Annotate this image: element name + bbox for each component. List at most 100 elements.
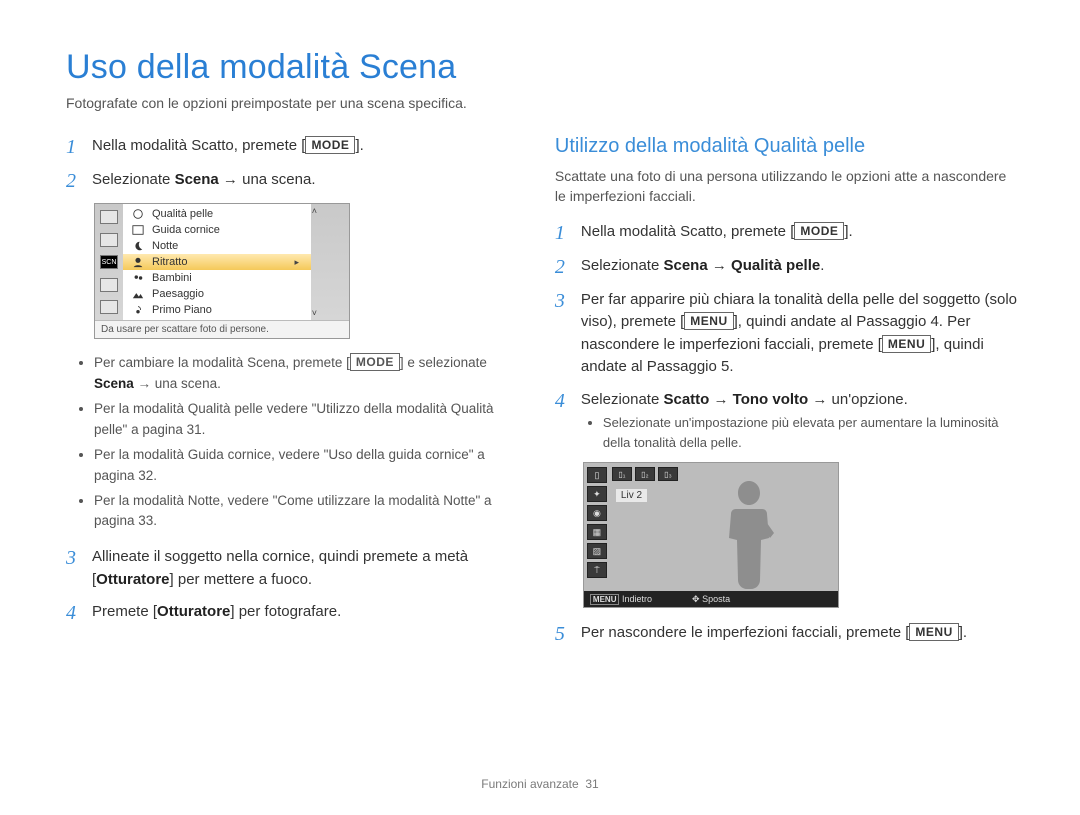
step-number: 2 bbox=[555, 255, 571, 279]
scene-select-screen: ˄ SCN Qualità pelle Guida cornice bbox=[94, 203, 350, 339]
mode-button-label: MODE bbox=[794, 222, 844, 240]
sub-note: Selezionate un'impostazione più elevata … bbox=[581, 413, 1020, 452]
mode-button-label: MODE bbox=[305, 136, 355, 154]
rail-slot bbox=[100, 300, 118, 314]
text: ]. bbox=[355, 137, 363, 154]
rail-slot bbox=[100, 278, 118, 292]
note-item: Per la modalità Guida cornice, vedere "U… bbox=[94, 445, 509, 487]
note-item: Per la modalità Notte, vedere "Come util… bbox=[94, 491, 509, 533]
footer-page-number: 31 bbox=[585, 777, 598, 791]
scene-label: Primo Piano bbox=[152, 304, 212, 316]
right-step-2: 2 Selezionate Scena → Qualità pelle. bbox=[555, 255, 1020, 279]
menu-button-label: MENU bbox=[684, 312, 733, 330]
frame-guide-icon bbox=[131, 224, 145, 236]
text: ]. bbox=[844, 223, 852, 240]
level-side-rail: ▯ ✦ ◉ ▦ ▨ ⍑ bbox=[587, 467, 609, 591]
scene-item-selected: Ritratto ▸ bbox=[123, 254, 311, 270]
landscape-icon bbox=[131, 288, 145, 300]
scene-label: Notte bbox=[152, 240, 178, 252]
menu-button-label: MENU bbox=[909, 623, 958, 641]
bold: Scatto bbox=[663, 391, 709, 408]
page-footer: Funzioni avanzate 31 bbox=[0, 777, 1080, 791]
children-icon bbox=[131, 272, 145, 284]
bold: Otturatore bbox=[96, 571, 169, 588]
level-value: Liv 2 bbox=[616, 489, 647, 502]
bold: Scena bbox=[94, 376, 134, 391]
step-number: 3 bbox=[555, 289, 571, 313]
step-number: 1 bbox=[66, 135, 82, 159]
scene-item: Guida cornice bbox=[123, 222, 311, 238]
section-desc: Scattate una foto di una persona utilizz… bbox=[555, 166, 1020, 207]
text: Nella modalità Scatto, premete [ bbox=[581, 223, 794, 240]
left-step-2: 2 Selezionate Scena → una scena. bbox=[66, 169, 509, 193]
level-tabs: ▯₁ ▯₂ ▯₃ bbox=[612, 467, 678, 481]
rail-slot bbox=[100, 210, 118, 224]
text: Selezionate bbox=[581, 257, 664, 274]
scene-item: Notte bbox=[123, 238, 311, 254]
step-number: 1 bbox=[555, 221, 571, 245]
left-step-1: 1 Nella modalità Scatto, premete [MODE]. bbox=[66, 135, 509, 159]
text: Per nascondere le imperfezioni facciali,… bbox=[581, 624, 910, 641]
scene-label: Ritratto bbox=[152, 256, 187, 268]
rail-slot bbox=[100, 233, 118, 247]
page-subtitle: Fotografate con le opzioni preimpostate … bbox=[66, 95, 1020, 111]
text: → un'opzione. bbox=[808, 391, 908, 408]
text: ]. bbox=[959, 624, 967, 641]
text: → bbox=[709, 391, 732, 408]
level-tab: ▯₃ bbox=[658, 467, 678, 481]
text: . bbox=[820, 257, 824, 274]
left-column: 1 Nella modalità Scatto, premete [MODE].… bbox=[66, 135, 509, 656]
step-number: 4 bbox=[66, 601, 82, 625]
scene-label: Qualità pelle bbox=[152, 208, 213, 220]
footer-back-label: Indietro bbox=[622, 594, 652, 604]
text: Per cambiare la modalità Scena, premete … bbox=[94, 355, 350, 370]
rail-slot: ◉ bbox=[587, 505, 607, 521]
text: ] per fotografare. bbox=[230, 603, 341, 620]
text: → una scena. bbox=[134, 376, 221, 391]
bold: Scena bbox=[175, 171, 219, 188]
step-number: 4 bbox=[555, 389, 571, 413]
chevron-up-icon: ˄ bbox=[312, 206, 317, 216]
right-column: Utilizzo della modalità Qualità pelle Sc… bbox=[555, 135, 1020, 656]
text: ] e selezionate bbox=[400, 355, 487, 370]
tone-level-screen: ▯₁ ▯₂ ▯₃ ▯ ✦ ◉ ▦ ▨ ⍑ Liv 2 MENU Indietro… bbox=[583, 462, 839, 608]
right-step-1: 1 Nella modalità Scatto, premete [MODE]. bbox=[555, 221, 1020, 245]
sub-note-item: Selezionate un'impostazione più elevata … bbox=[603, 413, 1020, 452]
scene-item: Qualità pelle bbox=[123, 206, 311, 222]
text: Premete [ bbox=[92, 603, 157, 620]
scene-notes: Per cambiare la modalità Scena, premete … bbox=[66, 353, 509, 532]
bold: Otturatore bbox=[157, 603, 230, 620]
scene-label: Guida cornice bbox=[152, 224, 220, 236]
level-tab: ▯₁ bbox=[612, 467, 632, 481]
footer-section: Funzioni avanzate bbox=[481, 777, 578, 791]
section-heading: Utilizzo della modalità Qualità pelle bbox=[555, 135, 1020, 158]
menu-mark-icon: MENU bbox=[590, 594, 620, 605]
rail-slot-active: SCN bbox=[100, 255, 118, 269]
scene-hint: Da usare per scattare foto di persone. bbox=[95, 320, 349, 338]
text: Nella modalità Scatto, premete [ bbox=[92, 137, 305, 154]
rail-slot: ▨ bbox=[587, 543, 607, 559]
menu-button-label: MENU bbox=[882, 335, 931, 353]
rail-slot: ▦ bbox=[587, 524, 607, 540]
scene-item: Paesaggio bbox=[123, 286, 311, 302]
text: Selezionate bbox=[92, 171, 175, 188]
scene-label: Bambini bbox=[152, 272, 192, 284]
step-number: 5 bbox=[555, 622, 571, 646]
rail-slot: ⍑ bbox=[587, 562, 607, 578]
left-step-3: 3 Allineate il soggetto nella cornice, q… bbox=[66, 546, 509, 591]
footer-move-label: Sposta bbox=[702, 594, 730, 604]
rail-slot: ▯ bbox=[587, 467, 607, 483]
left-step-4: 4 Premete [Otturatore] per fotografare. bbox=[66, 601, 509, 625]
scene-list: Qualità pelle Guida cornice Notte Ritrat… bbox=[123, 204, 311, 320]
text: → bbox=[708, 257, 731, 274]
rail-slot: ✦ bbox=[587, 486, 607, 502]
portrait-icon bbox=[131, 256, 145, 268]
night-icon bbox=[131, 240, 145, 252]
bold: Tono volto bbox=[733, 391, 809, 408]
screen-footer: MENU Indietro ✥ Sposta bbox=[584, 591, 838, 607]
bold: Qualità pelle bbox=[731, 257, 820, 274]
text: ] per mettere a fuoco. bbox=[170, 571, 313, 588]
step-number: 2 bbox=[66, 169, 82, 193]
text: → una scena. bbox=[219, 171, 316, 188]
chevron-down-icon: ˅ bbox=[312, 308, 317, 318]
